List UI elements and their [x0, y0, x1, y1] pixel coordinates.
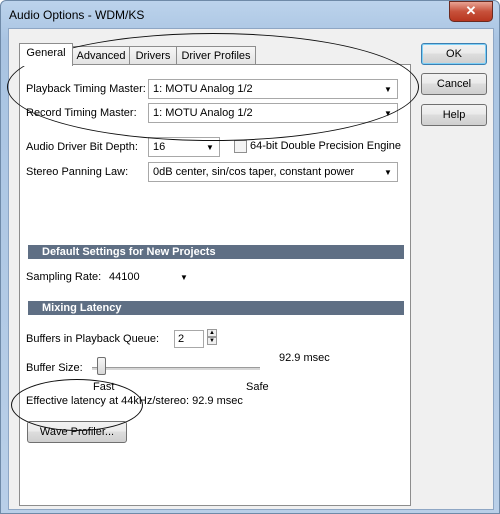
panning-law-select[interactable]: 0dB center, sin/cos taper, constant powe…	[148, 162, 398, 182]
buffer-size-track[interactable]	[92, 367, 260, 370]
sampling-rate-select[interactable]: 44100 ▼	[104, 267, 194, 287]
record-timing-value: 1: MOTU Analog 1/2	[153, 107, 253, 119]
bit-depth-value: 16	[153, 141, 166, 153]
default-settings-header: Default Settings for New Projects	[28, 245, 404, 259]
playback-timing-label: Playback Timing Master:	[26, 83, 146, 95]
panning-law-value: 0dB center, sin/cos taper, constant powe…	[153, 166, 355, 178]
audio-options-window: Audio Options - WDM/KS ✕ General Advance…	[0, 0, 500, 514]
playback-timing-value: 1: MOTU Analog 1/2	[153, 83, 253, 95]
ok-button[interactable]: OK	[421, 43, 487, 65]
mixing-latency-header: Mixing Latency	[28, 301, 404, 315]
buffers-spinner[interactable]: ▲ ▼	[207, 329, 217, 347]
tab-advanced[interactable]: Advanced	[72, 46, 130, 65]
spin-down-icon[interactable]: ▼	[207, 337, 217, 345]
panning-law-label: Stereo Panning Law:	[26, 166, 129, 178]
help-button[interactable]: Help	[421, 104, 487, 126]
double-precision-label: 64-bit Double Precision Engine	[250, 140, 402, 152]
playback-timing-select[interactable]: 1: MOTU Analog 1/2 ▼	[148, 79, 398, 99]
double-precision-checkbox[interactable]	[234, 140, 247, 153]
spin-up-icon[interactable]: ▲	[207, 329, 217, 337]
chevron-down-icon: ▼	[384, 109, 392, 118]
chevron-down-icon: ▼	[384, 85, 392, 94]
fast-label: Fast	[93, 381, 115, 393]
tab-driver-profiles[interactable]: Driver Profiles	[176, 46, 256, 65]
safe-label: Safe	[246, 381, 269, 393]
dialog-client-area: General Advanced Drivers Driver Profiles…	[8, 28, 494, 510]
record-timing-label: Record Timing Master:	[26, 107, 137, 119]
bit-depth-select[interactable]: 16 ▼	[148, 137, 220, 157]
tab-general[interactable]: General	[19, 43, 73, 66]
cancel-button[interactable]: Cancel	[421, 73, 487, 95]
general-tab-panel: Playback Timing Master: 1: MOTU Analog 1…	[19, 64, 411, 506]
record-timing-select[interactable]: 1: MOTU Analog 1/2 ▼	[148, 103, 398, 123]
chevron-down-icon: ▼	[180, 273, 188, 282]
sampling-rate-value: 44100	[109, 271, 140, 283]
buffers-in-queue-input[interactable]: 2	[174, 330, 204, 348]
wave-profiler-button[interactable]: Wave Profiler...	[27, 421, 127, 443]
chevron-down-icon: ▼	[206, 143, 214, 152]
close-icon: ✕	[465, 3, 477, 18]
effective-latency-text: Effective latency at 44kHz/stereo: 92.9 …	[26, 395, 243, 407]
buffer-size-value: 92.9 msec	[279, 352, 330, 364]
bit-depth-label: Audio Driver Bit Depth:	[26, 141, 138, 153]
buffers-in-queue-label: Buffers in Playback Queue:	[26, 333, 160, 345]
title-bar: Audio Options - WDM/KS ✕	[1, 1, 499, 28]
buffer-size-label: Buffer Size:	[26, 362, 83, 374]
tab-drivers[interactable]: Drivers	[129, 46, 177, 65]
window-title: Audio Options - WDM/KS	[9, 8, 145, 22]
close-button[interactable]: ✕	[449, 1, 493, 22]
sampling-rate-label: Sampling Rate:	[26, 271, 102, 283]
chevron-down-icon: ▼	[384, 168, 392, 177]
buffer-size-slider-thumb[interactable]	[97, 357, 106, 375]
